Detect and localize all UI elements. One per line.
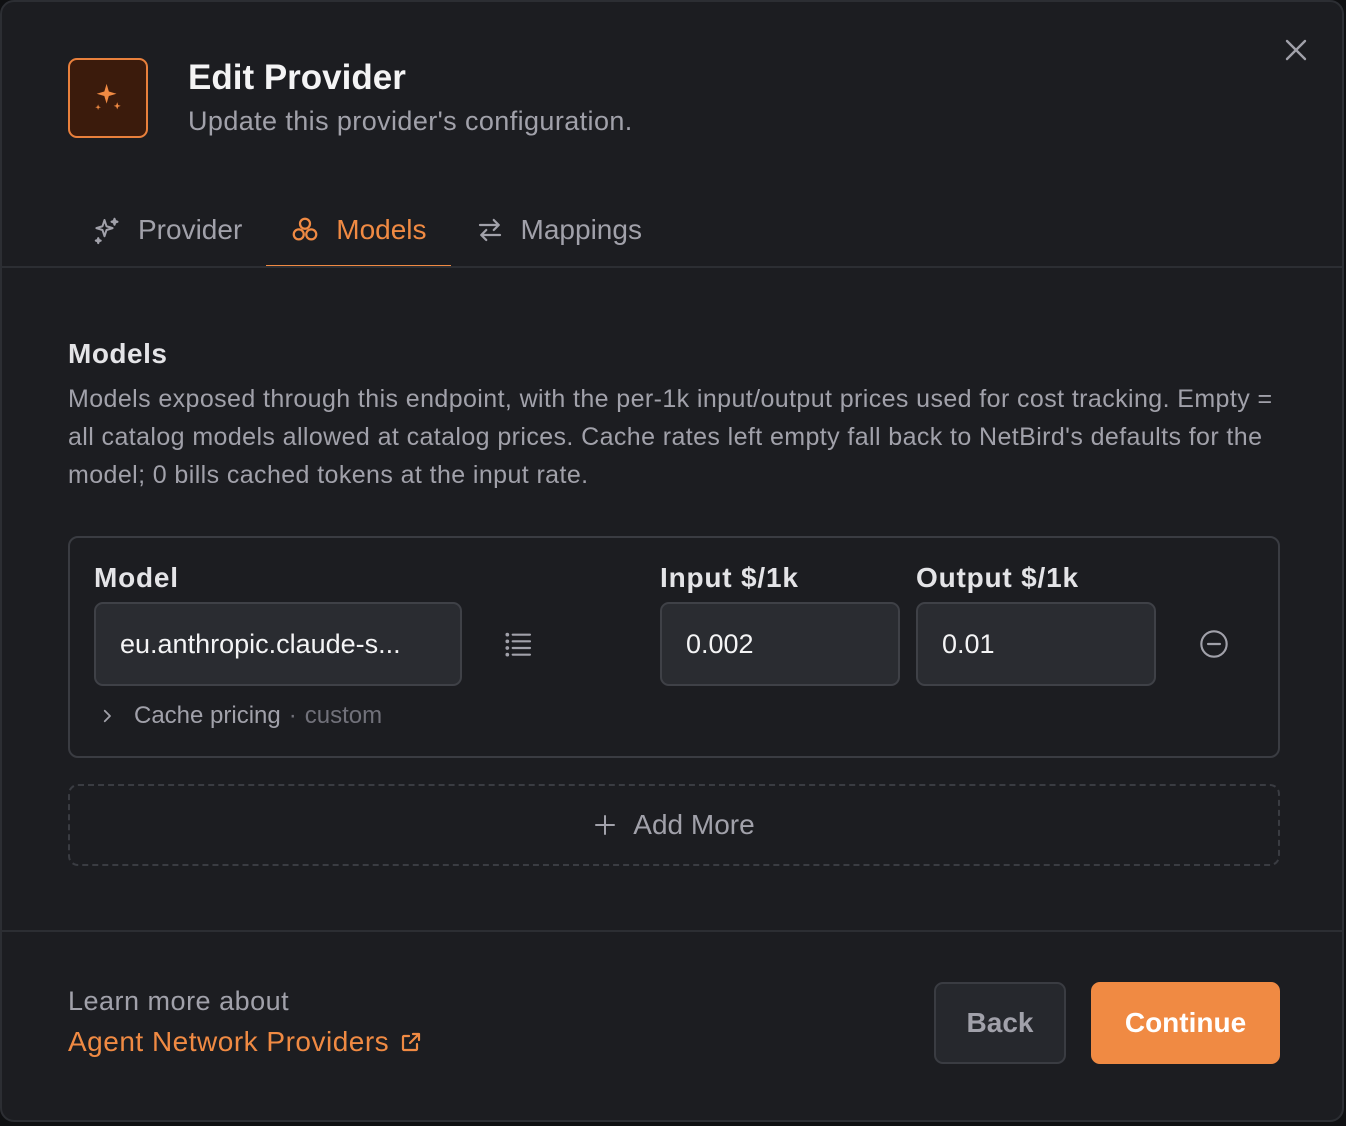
cache-pricing-tag: custom [304,702,383,729]
sparkles-icon [95,83,121,111]
output-price-field[interactable]: 0.01 [916,602,1156,686]
docs-link[interactable]: Agent Network Providers [68,1026,423,1058]
boxes-icon [292,217,318,241]
external-link-icon [402,1032,421,1052]
continue-button[interactable]: Continue [1091,982,1280,1064]
model-name-input[interactable]: eu.anthropic.claude-s... [94,602,462,686]
add-more-label: Add More [633,809,755,840]
plus-icon [595,815,616,835]
cache-pricing-label: Cache pricing [134,702,281,729]
dialog-header: Edit Provider Update this provider's con… [68,58,633,138]
minus-circle-icon [1200,630,1228,658]
provider-logo [68,58,148,138]
tab-divider [2,266,1342,268]
cache-pricing-toggle[interactable]: Cache pricing · custom [98,702,382,730]
dialog-subtitle: Update this provider's configuration. [188,106,633,136]
tab-provider-label: Provider [138,214,243,245]
chevron-right-icon [103,709,111,723]
close-icon [1285,39,1307,61]
footer-divider [2,930,1342,932]
tab-bar: Provider Models Mappings [68,192,666,268]
section-title: Models [68,338,168,369]
tab-models-label: Models [336,214,427,245]
model-row-card: Model Input $/1k Output $/1k eu.anthropi… [68,536,1280,758]
output-price-column-label: Output $/1k [916,562,1079,593]
tab-mappings[interactable]: Mappings [451,192,666,268]
tab-mappings-label: Mappings [520,214,642,245]
section-description: Models exposed through this endpoint, wi… [68,385,1273,489]
cache-pricing-separator: · [288,702,297,729]
remove-model-button[interactable] [1198,628,1230,660]
input-price-column-label: Input $/1k [660,562,799,593]
dialog-title: Edit Provider [188,58,406,97]
model-picker-button[interactable] [502,628,534,660]
input-price-field[interactable]: 0.002 [660,602,900,686]
add-more-button[interactable]: Add More [68,784,1280,866]
docs-link-label: Agent Network Providers [68,1026,390,1057]
edit-provider-dialog: Edit Provider Update this provider's con… [0,0,1344,1122]
tab-models[interactable]: Models [266,192,451,268]
list-icon [505,632,532,657]
close-button[interactable] [1280,34,1312,66]
model-column-label: Model [94,562,179,593]
arrows-left-right-icon [478,218,501,242]
tab-provider[interactable]: Provider [68,192,266,268]
learn-more-text: Learn more about [68,986,290,1016]
sparkles-icon [94,217,119,245]
back-button[interactable]: Back [934,982,1066,1064]
